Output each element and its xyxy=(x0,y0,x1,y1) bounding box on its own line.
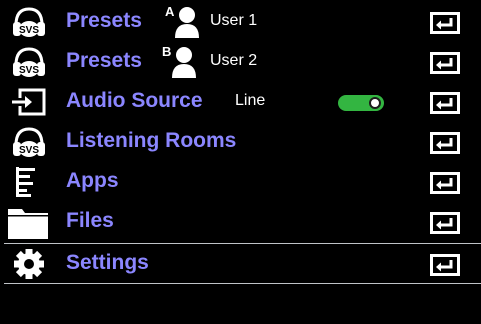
menu-item-label: Settings xyxy=(66,251,149,274)
menu-item-label: Presets xyxy=(66,9,142,32)
menu-item-label: Files xyxy=(66,209,114,232)
user-avatar-icon: B xyxy=(162,44,202,80)
svs-headphones-icon: SVS xyxy=(10,5,48,39)
svg-text:SVS: SVS xyxy=(19,25,39,36)
enter-icon[interactable] xyxy=(430,212,460,234)
svs-headphones-icon: SVS xyxy=(10,125,48,159)
enter-icon[interactable] xyxy=(430,92,460,114)
menu-item-files[interactable]: Files xyxy=(4,202,481,242)
menu-item-label: Listening Rooms xyxy=(66,129,237,152)
menu-item-listening-rooms[interactable]: SVS Listening Rooms xyxy=(4,122,481,162)
menu-item-label: Audio Source xyxy=(66,89,203,112)
audio-source-toggle[interactable] xyxy=(338,95,384,111)
menu-item-apps[interactable]: Apps xyxy=(4,162,481,202)
folder-icon xyxy=(4,205,50,239)
enter-icon[interactable] xyxy=(430,254,460,276)
menu-item-label: Apps xyxy=(66,169,119,192)
svg-text:SVS: SVS xyxy=(19,65,39,76)
toggle-knob xyxy=(369,97,381,109)
enter-icon[interactable] xyxy=(430,132,460,154)
apps-list-icon xyxy=(10,165,48,199)
menu-item-settings[interactable]: Settings xyxy=(4,243,481,284)
user-label: User 1 xyxy=(210,12,258,29)
user-label: User 2 xyxy=(210,52,258,69)
enter-icon[interactable] xyxy=(430,172,460,194)
menu-screen: SVS Presets A User 1 SVS Presets B User … xyxy=(0,0,481,324)
user-avatar-icon: A xyxy=(165,4,205,40)
enter-icon[interactable] xyxy=(430,52,460,74)
input-source-icon xyxy=(10,85,48,119)
audio-source-value: Line xyxy=(235,92,266,109)
menu-item-audio-source[interactable]: Audio Source Line xyxy=(4,82,481,122)
menu-item-label: Presets xyxy=(66,49,142,72)
svg-text:SVS: SVS xyxy=(19,145,39,156)
enter-icon[interactable] xyxy=(430,12,460,34)
gear-icon xyxy=(10,247,48,281)
svs-headphones-icon: SVS xyxy=(10,45,48,79)
menu-item-presets-user-1[interactable]: SVS Presets A User 1 xyxy=(4,2,481,42)
menu-item-presets-user-2[interactable]: SVS Presets B User 2 xyxy=(4,42,481,82)
